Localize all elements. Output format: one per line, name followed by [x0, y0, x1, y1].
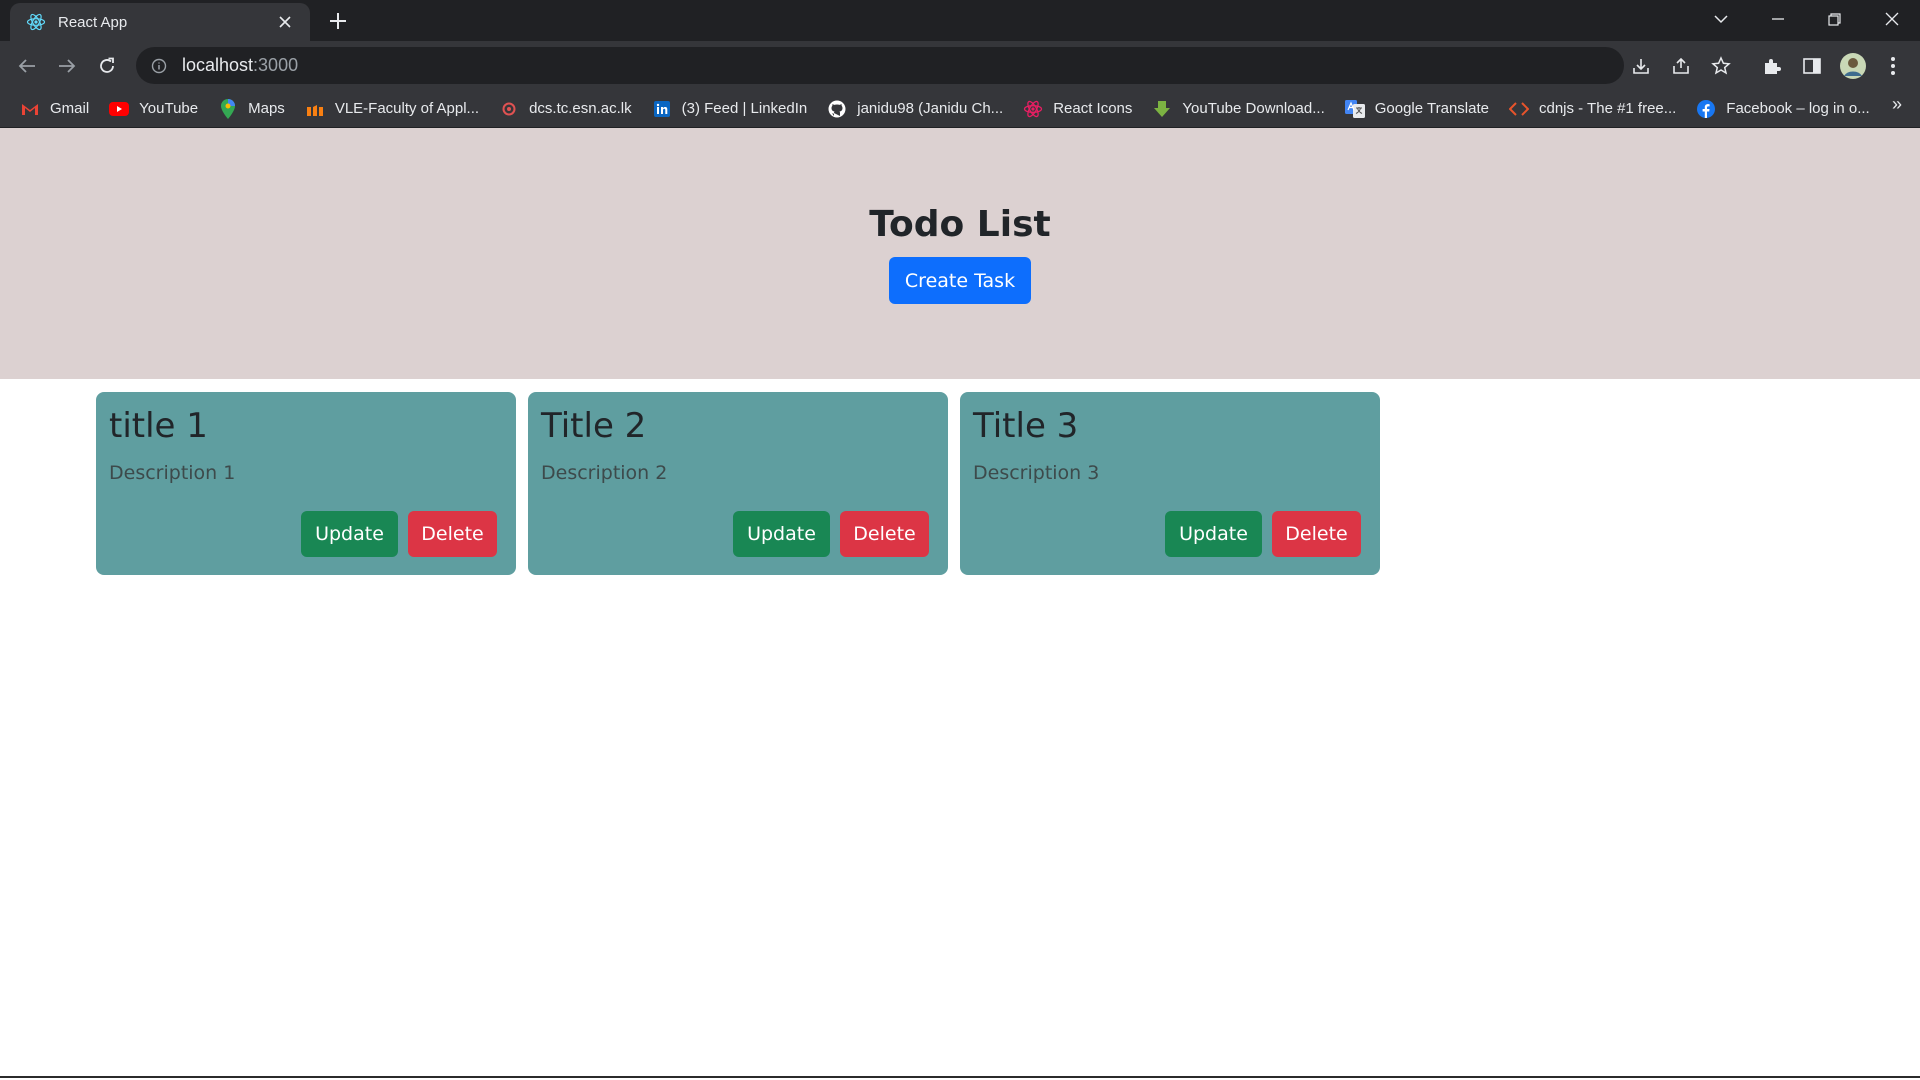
bookmarks-overflow-icon[interactable]: » [1892, 94, 1902, 115]
delete-button[interactable]: Delete [840, 511, 929, 557]
update-button[interactable]: Update [301, 511, 398, 557]
bookmark-star-icon[interactable] [1706, 51, 1736, 81]
tab-title: React App [58, 13, 128, 31]
forward-arrow-icon[interactable] [52, 51, 82, 81]
bookmark-dcs[interactable]: dcs.tc.esn.ac.lk [497, 94, 642, 124]
bookmark-google-translate[interactable]: Google Translate [1343, 94, 1499, 124]
install-app-icon[interactable] [1626, 51, 1656, 81]
bookmark-facebook[interactable]: Facebook – log in o... [1694, 94, 1879, 124]
header-band: Todo List Create Task [0, 128, 1920, 379]
facebook-icon [1696, 99, 1716, 119]
task-description: Description 1 [109, 462, 236, 484]
download-arrow-icon [1152, 99, 1172, 119]
profile-avatar-icon[interactable] [1838, 51, 1868, 81]
extensions-puzzle-icon[interactable] [1757, 51, 1787, 81]
bookmarks-bar: Gmail YouTube Maps VLE-Faculty of Appl..… [0, 90, 1920, 128]
youtube-icon [109, 99, 130, 119]
dcs-icon [499, 99, 519, 119]
linkedin-icon [652, 99, 672, 119]
task-title: Title 2 [541, 406, 647, 446]
update-button[interactable]: Update [1165, 511, 1262, 557]
github-icon [827, 99, 847, 119]
task-card: Title 2 Description 2 Update Delete [528, 392, 948, 575]
bookmark-youtube[interactable]: YouTube [107, 94, 208, 124]
address-bar[interactable]: localhost:3000 [136, 47, 1624, 84]
page-title: Todo List [869, 204, 1051, 245]
maps-icon [218, 98, 238, 119]
url-text: localhost:3000 [182, 55, 299, 75]
task-card: title 1 Description 1 Update Delete [96, 392, 516, 575]
code-brackets-icon [1508, 99, 1529, 119]
browser-tab[interactable]: React App [10, 3, 310, 41]
bookmark-vle[interactable]: VLE-Faculty of Appl... [303, 94, 489, 124]
browser-menu-icon[interactable] [1878, 51, 1908, 81]
bookmark-github[interactable]: janidu98 (Janidu Ch... [825, 94, 1013, 124]
browser-toolbar: localhost:3000 [0, 41, 1920, 90]
bookmark-maps[interactable]: Maps [216, 94, 295, 124]
task-card: Title 3 Description 3 Update Delete [960, 392, 1380, 575]
side-panel-icon[interactable] [1797, 51, 1827, 81]
restore-icon[interactable] [1806, 0, 1863, 38]
tab-search-chevron-icon[interactable] [1692, 0, 1749, 38]
site-info-icon[interactable] [150, 57, 168, 75]
back-arrow-icon[interactable] [12, 51, 42, 81]
close-window-icon[interactable] [1863, 0, 1920, 38]
bookmark-youtube-download[interactable]: YouTube Download... [1150, 94, 1334, 124]
bookmark-react-icons[interactable]: React Icons [1021, 94, 1142, 124]
tab-strip: React App [0, 0, 1920, 41]
vle-icon [305, 99, 325, 119]
bookmark-gmail[interactable]: Gmail [18, 94, 99, 124]
page-viewport: Todo List Create Task title 1 Descriptio… [0, 128, 1920, 1078]
bottom-divider [0, 1076, 1920, 1078]
window-controls [1692, 0, 1920, 38]
task-description: Description 2 [541, 462, 668, 484]
translate-icon [1344, 99, 1365, 119]
bookmark-linkedin[interactable]: (3) Feed | LinkedIn [650, 94, 818, 124]
update-button[interactable]: Update [733, 511, 830, 557]
task-title: Title 3 [973, 406, 1079, 446]
task-description: Description 3 [973, 462, 1100, 484]
react-icons-icon [1023, 99, 1043, 119]
delete-button[interactable]: Delete [408, 511, 497, 557]
new-tab-icon[interactable] [324, 7, 352, 35]
minimize-icon[interactable] [1749, 0, 1806, 38]
bookmark-cdnjs[interactable]: cdnjs - The #1 free... [1507, 94, 1686, 124]
create-task-button[interactable]: Create Task [889, 257, 1031, 304]
gmail-icon [20, 99, 40, 119]
delete-button[interactable]: Delete [1272, 511, 1361, 557]
tab-close-icon[interactable] [274, 11, 296, 33]
share-icon[interactable] [1666, 51, 1696, 81]
react-favicon-icon [26, 12, 46, 32]
reload-icon[interactable] [92, 51, 122, 81]
task-title: title 1 [109, 406, 208, 446]
